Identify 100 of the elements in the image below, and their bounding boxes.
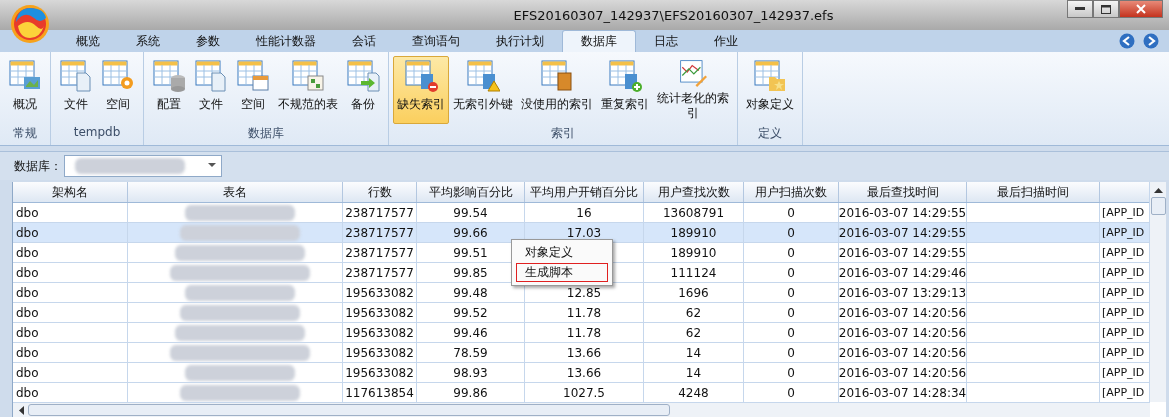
- table-cell: [APP_ID: [1102, 206, 1145, 219]
- ribbon-tab[interactable]: 会话: [334, 30, 394, 52]
- table-warning-icon: [466, 59, 500, 93]
- table-cell: dbo: [16, 285, 39, 300]
- ribbon-button[interactable]: 空间: [232, 56, 274, 124]
- table-document-icon: [59, 59, 93, 93]
- close-button[interactable]: [1119, 0, 1163, 18]
- table-cell: 99.66: [453, 225, 488, 240]
- ribbon-button[interactable]: 文件: [55, 56, 97, 124]
- table-cell: 0: [787, 325, 795, 340]
- ribbon-button[interactable]: 配置: [148, 56, 190, 124]
- table-cell: 2016-03-07 14:20:56: [839, 325, 966, 340]
- table-row[interactable]: dbo 195633082 98.93 13.66 14 0 2016-03-07 14:20:56 [APP_ID: [13, 363, 1149, 383]
- ribbon-button[interactable]: 没使用的索引: [517, 56, 597, 124]
- table-cell: 12.85: [566, 285, 602, 300]
- table-folder-icon: [753, 59, 787, 93]
- ribbon-button[interactable]: 文件: [190, 56, 232, 124]
- table-cell: 11.78: [566, 305, 602, 320]
- ribbon-tab[interactable]: 查询语句: [394, 30, 478, 52]
- horizontal-scrollbar[interactable]: [13, 402, 1150, 417]
- table-grid-icon: [291, 59, 325, 93]
- menu-item[interactable]: 生成脚本: [516, 263, 608, 282]
- forward-icon[interactable]: [1143, 33, 1159, 49]
- minimize-button[interactable]: [1067, 0, 1093, 18]
- ribbon-button[interactable]: 缺失索引: [393, 56, 449, 124]
- table-row[interactable]: dbo 195633082 78.59 13.66 14 0 2016-03-07 14:20:56 [APP_ID: [13, 343, 1149, 363]
- table-cell: 1027.5: [563, 385, 605, 400]
- maximize-button[interactable]: [1093, 0, 1119, 18]
- scroll-left-icon[interactable]: [19, 405, 24, 415]
- vertical-scrollbar[interactable]: [1149, 182, 1166, 402]
- ribbon-tab[interactable]: 执行计划: [478, 30, 562, 52]
- table-cell: 99.46: [453, 325, 488, 340]
- table-cell: 99.51: [453, 245, 488, 260]
- ribbon-tab[interactable]: 数据库: [562, 30, 636, 52]
- table-row[interactable]: dbo 238717577 99.66 17.03 189910 0 2016-03-07 14:29:55 [APP_ID: [13, 223, 1149, 243]
- table-row[interactable]: dbo 195633082 99.52 11.78 62 0 2016-03-07 14:20:56 [APP_ID: [13, 303, 1149, 323]
- ribbon-button[interactable]: 对象定义: [742, 56, 798, 124]
- scroll-thumb[interactable]: [1150, 197, 1166, 215]
- column-header[interactable]: 行数: [367, 183, 392, 201]
- column-header[interactable]: 用户扫描次数: [755, 183, 827, 201]
- ribbon-tab[interactable]: 日志: [636, 30, 696, 52]
- table-cell: 238717577: [345, 225, 414, 240]
- table-cell: dbo: [16, 245, 39, 260]
- table-cell: 195633082: [345, 365, 414, 380]
- table-cell: 99.54: [453, 205, 488, 220]
- table-arrow-icon: [346, 59, 380, 93]
- scroll-thumb[interactable]: [28, 404, 670, 416]
- caret-icon: [208, 163, 216, 168]
- ribbon-button[interactable]: 概况: [4, 56, 46, 124]
- minimize-icon: [1075, 7, 1085, 11]
- table-cell: 195633082: [345, 345, 414, 360]
- back-icon[interactable]: [1119, 33, 1135, 49]
- table-cell: 189910: [670, 245, 717, 260]
- window-title: EFS20160307_142937\EFS20160307_142937.efs: [512, 7, 835, 23]
- scroll-up-icon[interactable]: [1153, 188, 1163, 193]
- column-header[interactable]: 表名: [223, 183, 247, 201]
- table-cell: 2016-03-07 14:29:46: [839, 265, 966, 280]
- table-cell: 2016-03-07 14:20:56: [839, 365, 966, 380]
- ribbon-button[interactable]: 重复索引: [597, 56, 653, 124]
- ribbon-group-label: tempdb: [73, 125, 121, 141]
- table-cell: 238717577: [345, 265, 414, 280]
- table-cell: 0: [787, 225, 795, 240]
- ribbon-button[interactable]: 无索引外键: [449, 56, 517, 124]
- table-cell: dbo: [16, 265, 39, 280]
- maximize-icon: [1101, 4, 1111, 14]
- table-cell: 238717577: [345, 245, 414, 260]
- column-header[interactable]: 平均用户开销百分比: [530, 183, 638, 201]
- menu-item[interactable]: 对象定义: [516, 243, 608, 262]
- table-cell: 195633082: [345, 305, 414, 320]
- column-header[interactable]: 最后扫描时间: [997, 183, 1069, 201]
- ribbon-tab[interactable]: 参数: [178, 30, 238, 52]
- ribbon-button[interactable]: 统计老化的索引: [653, 56, 733, 124]
- table-cell: 0: [787, 245, 795, 260]
- ribbon-group-label: 常规: [13, 125, 37, 142]
- table-cell: [APP_ID: [1102, 346, 1145, 359]
- table-cell: dbo: [16, 385, 39, 400]
- table-cell: [APP_ID: [1102, 386, 1145, 399]
- ribbon-tab[interactable]: 性能计数器: [238, 30, 334, 52]
- column-header[interactable]: 平均影响百分比: [428, 183, 513, 201]
- ribbon-button[interactable]: 备份: [342, 56, 384, 124]
- column-header[interactable]: 用户查找次数: [657, 183, 730, 201]
- table-cell: 13608791: [662, 205, 725, 220]
- ribbon-button[interactable]: 空间: [97, 56, 139, 124]
- table-cell: 62: [685, 325, 702, 340]
- database-label: 数据库：: [14, 157, 62, 175]
- ribbon-button[interactable]: 不规范的表: [274, 56, 342, 124]
- column-header[interactable]: 最后查找时间: [866, 183, 939, 201]
- column-header[interactable]: 架构名: [52, 183, 88, 201]
- table-cell: [APP_ID: [1102, 266, 1145, 279]
- table-cell: 14: [685, 365, 702, 380]
- table-cell: 11.78: [566, 325, 602, 340]
- table-row[interactable]: dbo 195633082 99.46 11.78 62 0 2016-03-07 14:20:56 [APP_ID: [13, 323, 1149, 343]
- ribbon-tab[interactable]: 作业: [696, 30, 756, 52]
- table-cell: [APP_ID: [1102, 226, 1145, 239]
- close-icon: [1136, 4, 1146, 14]
- table-cell: 0: [787, 385, 795, 400]
- ribbon-tab[interactable]: 概览: [58, 30, 118, 52]
- table-cell: 17.03: [566, 225, 602, 240]
- table-cell: 2016-03-07 14:29:55: [839, 245, 966, 260]
- ribbon-tab[interactable]: 系统: [118, 30, 178, 52]
